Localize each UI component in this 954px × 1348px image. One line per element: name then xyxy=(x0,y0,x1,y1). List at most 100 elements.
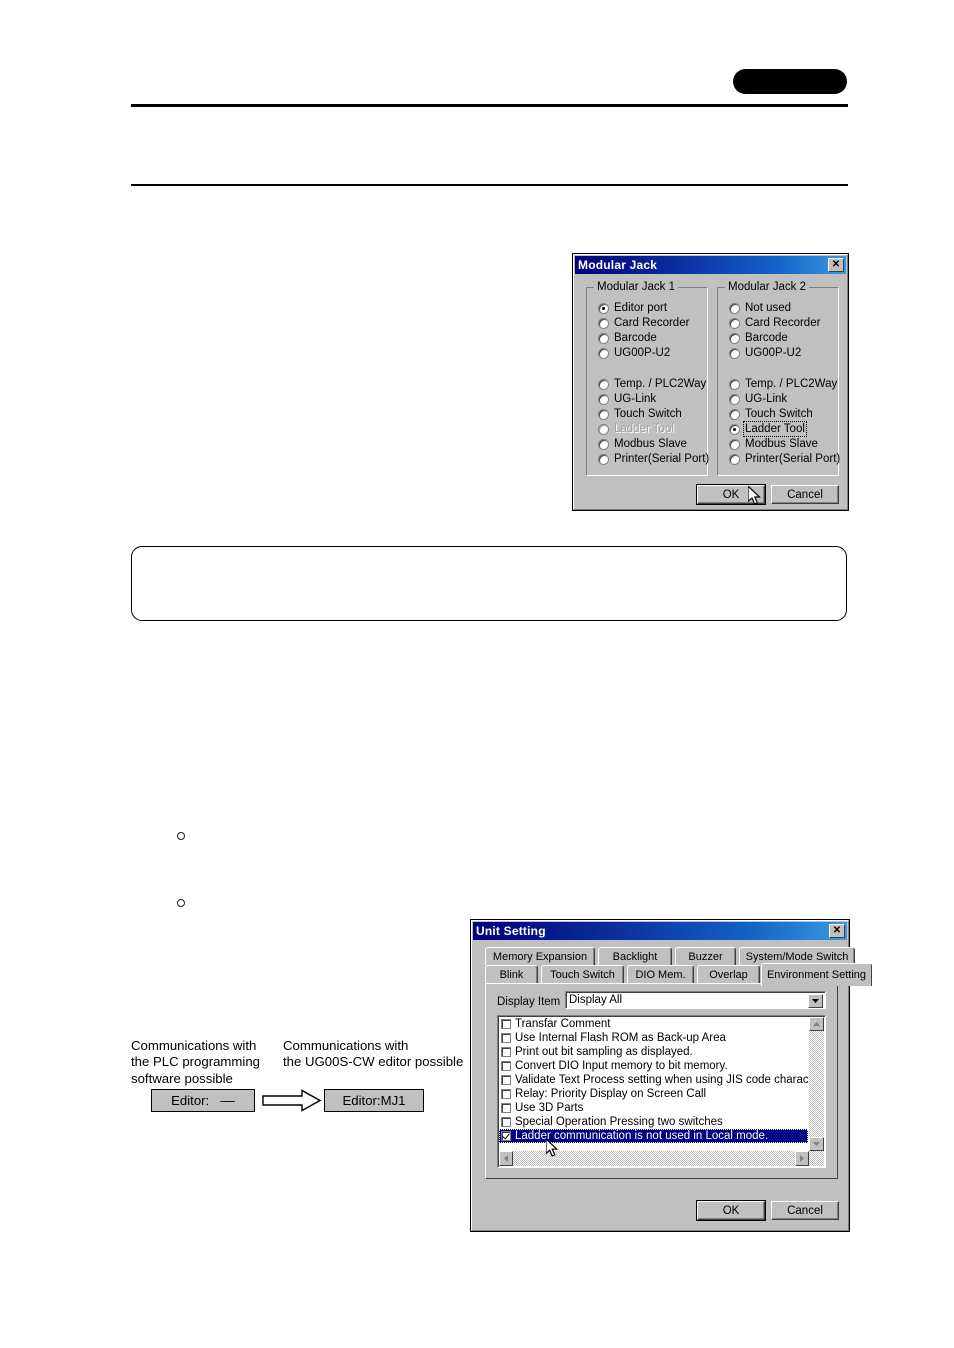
list-item[interactable]: Special Operation Pressing two switches xyxy=(499,1115,808,1129)
tab-touch-switch[interactable]: Touch Switch xyxy=(541,965,624,984)
list-item[interactable]: Use 3D Parts xyxy=(499,1101,808,1115)
radio-icon[interactable] xyxy=(598,393,609,405)
scroll-down-button[interactable] xyxy=(809,1137,824,1151)
environment-settings-list[interactable]: Transfar Comment Use Internal Flash ROM … xyxy=(497,1015,826,1168)
radio-icon[interactable] xyxy=(598,317,609,329)
mj2-option-card-recorder[interactable]: Card Recorder xyxy=(729,317,820,329)
mj1-option-ug00p-u2[interactable]: UG00P-U2 xyxy=(598,347,670,359)
close-icon[interactable]: ✕ xyxy=(828,258,844,272)
diagram-caption-left: Communications with the PLC programming … xyxy=(131,1038,261,1086)
tab-overlap[interactable]: Overlap xyxy=(697,965,760,984)
unit-setting-titlebar[interactable]: Unit Setting ✕ xyxy=(473,922,847,940)
modular-jack-title: Modular Jack xyxy=(578,258,658,272)
display-item-value: Display All xyxy=(569,994,623,1006)
header-rule-top xyxy=(131,104,848,107)
radio-icon[interactable] xyxy=(729,302,740,314)
radio-icon[interactable] xyxy=(729,317,740,329)
mj1-option-ladder-tool: Ladder Tool xyxy=(598,423,674,435)
list-item[interactable]: Convert DIO Input memory to bit memory. xyxy=(499,1059,808,1073)
radio-icon[interactable] xyxy=(729,423,740,435)
mj2-option-touch-switch[interactable]: Touch Switch xyxy=(729,408,813,420)
checkbox-icon[interactable] xyxy=(501,1047,511,1057)
radio-icon[interactable] xyxy=(729,347,740,359)
tab-buzzer[interactable]: Buzzer xyxy=(675,947,736,965)
mj2-option-ug-link[interactable]: UG-Link xyxy=(729,393,787,405)
mj1-option-editor-port[interactable]: Editor port xyxy=(598,302,667,314)
radio-icon[interactable] xyxy=(598,347,609,359)
scroll-left-button[interactable] xyxy=(499,1151,513,1166)
radio-icon[interactable] xyxy=(598,378,609,390)
tab-blink[interactable]: Blink xyxy=(485,965,538,984)
mj2-option-ug00p-u2[interactable]: UG00P-U2 xyxy=(729,347,801,359)
radio-icon[interactable] xyxy=(729,393,740,405)
unit-setting-dialog: Unit Setting ✕ Memory Expansion Backligh… xyxy=(470,919,872,1232)
radio-icon[interactable] xyxy=(598,408,609,420)
radio-icon[interactable] xyxy=(598,453,609,465)
radio-icon[interactable] xyxy=(598,438,609,450)
list-item[interactable]: Transfar Comment xyxy=(499,1017,808,1031)
tab-environment-setting[interactable]: Environment Setting xyxy=(761,963,872,986)
bullet-marker-2 xyxy=(177,899,185,907)
checkbox-icon[interactable] xyxy=(501,1075,511,1085)
list-item[interactable]: Print out bit sampling as displayed. xyxy=(499,1045,808,1059)
radio-icon[interactable] xyxy=(729,453,740,465)
bullet-marker-1 xyxy=(177,832,185,840)
mj1-option-card-recorder[interactable]: Card Recorder xyxy=(598,317,689,329)
modular-jack-2-label: Modular Jack 2 xyxy=(725,281,809,293)
checkbox-icon[interactable] xyxy=(501,1117,511,1127)
list-horizontal-scrollbar[interactable] xyxy=(499,1151,824,1166)
mj2-option-modbus-slave[interactable]: Modbus Slave xyxy=(729,438,818,450)
unit-setting-ok-button[interactable]: OK xyxy=(696,1200,766,1221)
radio-icon[interactable] xyxy=(729,408,740,420)
radio-icon[interactable] xyxy=(729,332,740,344)
mj1-option-modbus-slave[interactable]: Modbus Slave xyxy=(598,438,687,450)
checkbox-icon[interactable] xyxy=(501,1033,511,1043)
scroll-right-button[interactable] xyxy=(795,1151,809,1166)
modular-jack-dialog: Modular Jack ✕ Modular Jack 1 Editor por… xyxy=(572,253,849,511)
note-callout-box xyxy=(131,546,847,621)
tab-dio-mem[interactable]: DIO Mem. xyxy=(627,965,694,984)
modular-jack-ok-button[interactable]: OK xyxy=(696,484,766,505)
checkbox-icon[interactable] xyxy=(501,1061,511,1071)
editor-chip-before: Editor: –– xyxy=(151,1089,255,1112)
mj1-option-ug-link[interactable]: UG-Link xyxy=(598,393,656,405)
radio-icon[interactable] xyxy=(729,438,740,450)
mj1-option-printer-serial-port[interactable]: Printer(Serial Port) xyxy=(598,453,709,465)
header-rule-second xyxy=(131,184,848,186)
checkbox-icon[interactable] xyxy=(501,1089,511,1099)
editor-chip-after: Editor:MJ1 xyxy=(324,1089,424,1112)
display-item-label: Display Item xyxy=(497,996,561,1008)
checkbox-icon[interactable] xyxy=(501,1019,511,1029)
radio-icon[interactable] xyxy=(598,302,609,314)
chevron-down-icon[interactable] xyxy=(808,994,823,1008)
mj1-option-barcode[interactable]: Barcode xyxy=(598,332,657,344)
tab-memory-expansion[interactable]: Memory Expansion xyxy=(485,947,595,965)
scroll-up-button[interactable] xyxy=(809,1017,824,1031)
close-icon[interactable]: ✕ xyxy=(829,924,845,938)
modular-jack-titlebar[interactable]: Modular Jack ✕ xyxy=(575,256,846,274)
list-item[interactable]: Validate Text Process setting when using… xyxy=(499,1073,825,1087)
list-item-selected[interactable]: Ladder communication is not used in Loca… xyxy=(499,1129,808,1143)
radio-icon xyxy=(598,423,609,435)
list-vertical-scrollbar[interactable] xyxy=(809,1017,824,1151)
tab-backlight[interactable]: Backlight xyxy=(598,947,672,965)
right-arrow-icon xyxy=(262,1089,322,1112)
editor-transition-diagram: Communications with the PLC programming … xyxy=(131,1038,471,1118)
mj2-option-printer-serial-port[interactable]: Printer(Serial Port) xyxy=(729,453,840,465)
mj2-option-barcode[interactable]: Barcode xyxy=(729,332,788,344)
mj1-option-touch-switch[interactable]: Touch Switch xyxy=(598,408,682,420)
mj2-option-ladder-tool[interactable]: Ladder Tool xyxy=(729,421,807,437)
mj2-option-temp-plc2way[interactable]: Temp. / PLC2Way xyxy=(729,378,837,390)
radio-icon[interactable] xyxy=(729,378,740,390)
unit-setting-cancel-button[interactable]: Cancel xyxy=(771,1201,839,1220)
display-item-select[interactable]: Display All xyxy=(565,991,826,1009)
mj1-option-temp-plc2way[interactable]: Temp. / PLC2Way xyxy=(598,378,706,390)
page-header-badge xyxy=(733,69,847,94)
checkbox-icon[interactable] xyxy=(501,1131,511,1141)
modular-jack-cancel-button[interactable]: Cancel xyxy=(771,485,839,504)
mj2-option-not-used[interactable]: Not used xyxy=(729,302,791,314)
checkbox-icon[interactable] xyxy=(501,1103,511,1113)
radio-icon[interactable] xyxy=(598,332,609,344)
list-item[interactable]: Use Internal Flash ROM as Back-up Area xyxy=(499,1031,808,1045)
list-item[interactable]: Relay: Priority Display on Screen Call xyxy=(499,1087,808,1101)
